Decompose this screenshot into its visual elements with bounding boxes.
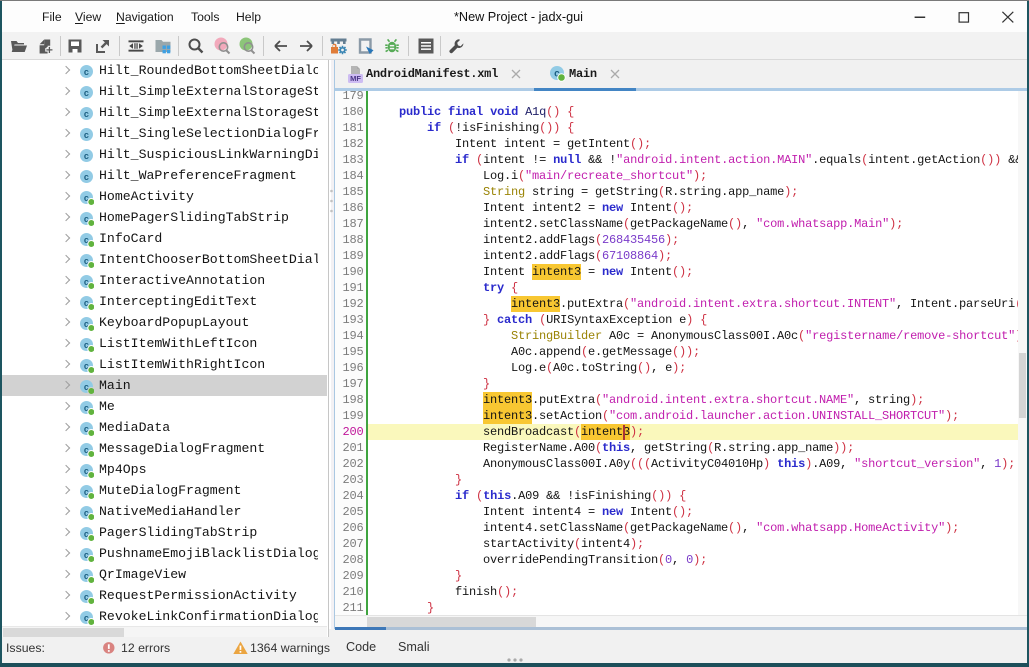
svg-text:c: c	[84, 89, 89, 99]
svg-text:c: c	[84, 152, 89, 162]
svg-text:MF: MF	[350, 74, 361, 83]
svg-text:c: c	[84, 173, 89, 183]
svg-text:c: c	[84, 131, 89, 141]
svg-text:c: c	[84, 68, 89, 78]
svg-text:c: c	[84, 110, 89, 120]
